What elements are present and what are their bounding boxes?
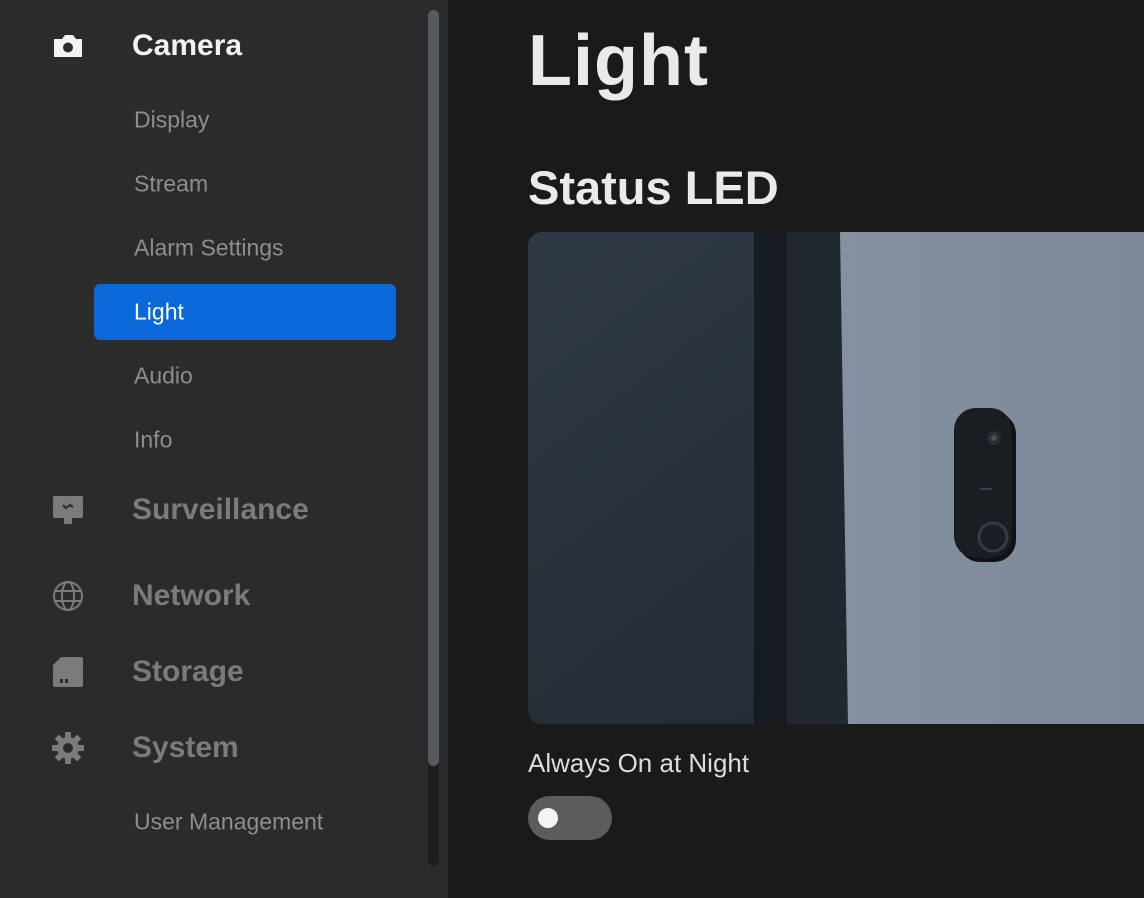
sidebar: Camera Display Stream Alarm Settings Lig… bbox=[0, 0, 448, 898]
sidebar-section-label: Surveillance bbox=[132, 493, 309, 526]
section-title: Status LED bbox=[528, 161, 779, 214]
sidebar-item-audio[interactable]: Audio bbox=[94, 348, 396, 404]
sidebar-section-camera[interactable]: Camera bbox=[0, 18, 420, 74]
sidebar-section-storage[interactable]: Storage bbox=[0, 644, 420, 700]
sidebar-section-surveillance[interactable]: Surveillance bbox=[0, 482, 420, 538]
sidebar-section-network[interactable]: Network bbox=[0, 568, 420, 624]
sidebar-item-user-management[interactable]: User Management bbox=[94, 794, 396, 850]
doorbell-photo bbox=[528, 232, 1144, 724]
sidebar-scrollbar[interactable] bbox=[428, 10, 439, 866]
sidebar-item-display[interactable]: Display bbox=[94, 92, 396, 148]
gear-icon bbox=[52, 732, 84, 764]
monitor-icon bbox=[53, 496, 83, 524]
sidebar-item-light[interactable]: Light bbox=[94, 284, 396, 340]
page-title: Light bbox=[528, 21, 709, 101]
status-led-preview-image bbox=[528, 232, 1144, 724]
sidebar-item-alarm-settings[interactable]: Alarm Settings bbox=[94, 220, 396, 276]
app-window: Camera Display Stream Alarm Settings Lig… bbox=[0, 0, 1144, 898]
sidebar-item-label: Stream bbox=[134, 170, 209, 197]
sidebar-item-label: Alarm Settings bbox=[134, 234, 284, 261]
sidebar-section-system[interactable]: System bbox=[0, 720, 420, 776]
sidebar-item-stream[interactable]: Stream bbox=[94, 156, 396, 212]
always-on-at-night-toggle[interactable] bbox=[528, 796, 612, 840]
sidebar-item-label: Light bbox=[134, 298, 184, 325]
sidebar-section-label: System bbox=[132, 731, 239, 764]
sidebar-item-label: Audio bbox=[134, 362, 193, 389]
sidebar-scroll-thumb[interactable] bbox=[428, 10, 439, 766]
sidebar-item-label: Display bbox=[134, 106, 210, 133]
sidebar-item-label: Info bbox=[134, 426, 173, 453]
sidebar-section-label: Network bbox=[132, 579, 251, 612]
main-content: Light Status LED Always On at Night bbox=[448, 0, 1144, 898]
always-on-at-night-label: Always On at Night bbox=[528, 748, 750, 778]
sd-card-icon bbox=[53, 657, 83, 687]
sidebar-item-info[interactable]: Info bbox=[94, 412, 396, 468]
sidebar-section-label: Storage bbox=[132, 655, 244, 688]
globe-icon bbox=[53, 581, 83, 611]
sidebar-section-label: Camera bbox=[132, 29, 243, 62]
sidebar-item-label: User Management bbox=[134, 808, 324, 835]
camera-icon bbox=[54, 35, 82, 57]
toggle-knob bbox=[538, 808, 558, 828]
